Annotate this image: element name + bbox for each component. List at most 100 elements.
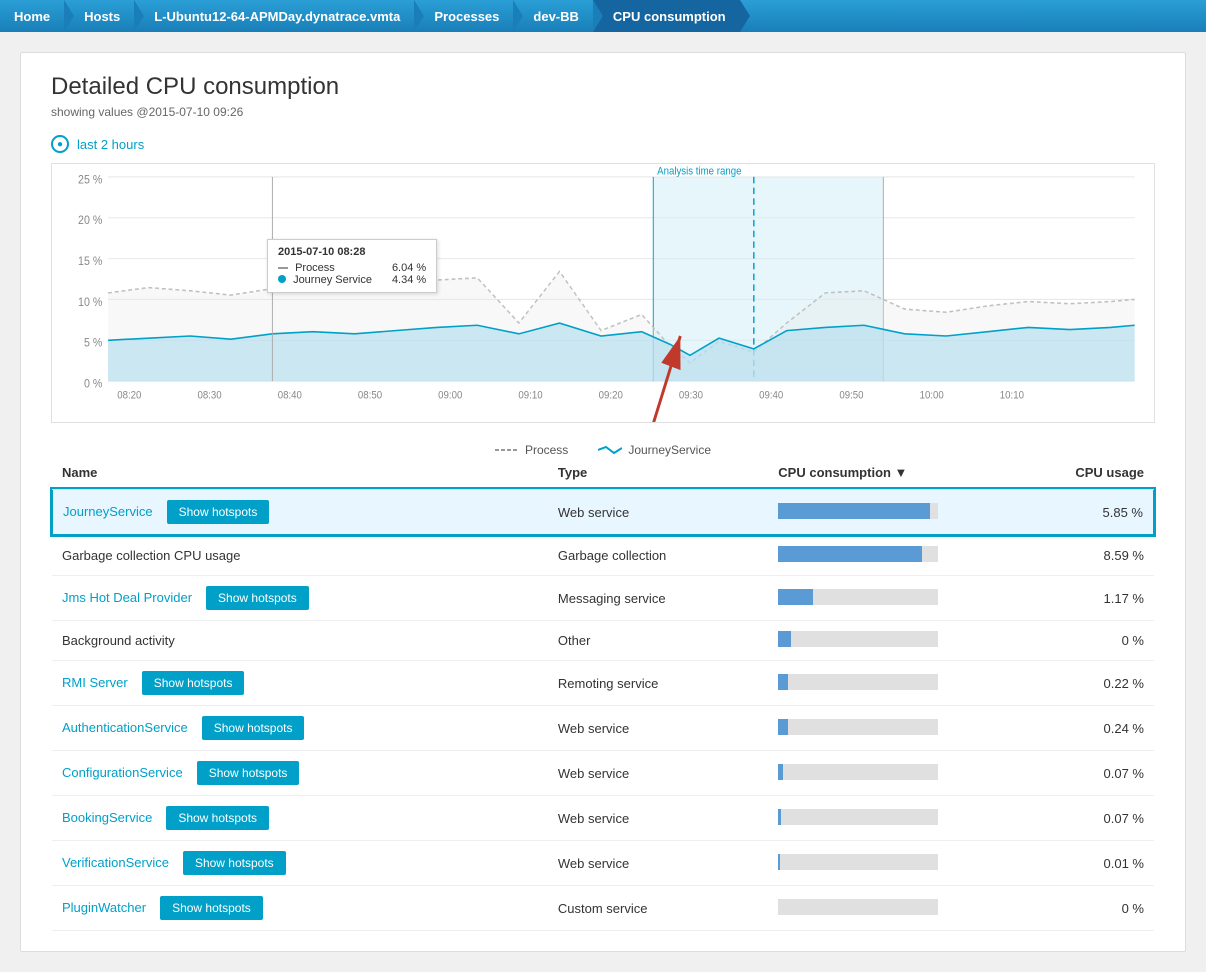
table-row: ConfigurationService Show hotspots Web ser… (52, 751, 1154, 796)
cell-name: ConfigurationService Show hotspots (52, 751, 548, 796)
cell-name: BookingService Show hotspots (52, 796, 548, 841)
service-link[interactable]: JourneyService (63, 504, 153, 519)
show-hotspots-button[interactable]: Show hotspots (166, 806, 269, 830)
show-hotspots-button[interactable]: Show hotspots (142, 671, 245, 695)
svg-text:09:20: 09:20 (599, 390, 623, 402)
svg-text:10:00: 10:00 (920, 390, 944, 402)
cpu-bar-fill (778, 809, 781, 825)
cell-type: Garbage collection (548, 535, 768, 576)
cell-cpu-usage: 0 % (1011, 886, 1154, 931)
page-subtitle: showing values @2015-07-10 09:26 (51, 105, 1155, 119)
journey-legend-icon (598, 444, 622, 456)
tooltip-journey-row: Journey Service 4.34 % (278, 274, 426, 286)
breadcrumb-home[interactable]: Home (0, 0, 64, 32)
chart-legend: Process JourneyService (51, 443, 1155, 457)
cpu-bar-fill (778, 631, 791, 647)
cell-name: PluginWatcher Show hotspots (52, 886, 548, 931)
table-row: Jms Hot Deal Provider Show hotspots Messag… (52, 576, 1154, 621)
tooltip-process-value: 6.04 % (392, 262, 426, 274)
service-link[interactable]: Jms Hot Deal Provider (62, 590, 192, 605)
cpu-bar-fill (778, 854, 780, 870)
svg-text:20 %: 20 % (78, 215, 102, 228)
time-range-selector[interactable]: ● last 2 hours (51, 135, 1155, 153)
legend-process-label: Process (525, 443, 568, 457)
svg-text:09:00: 09:00 (438, 390, 462, 402)
svg-text:09:40: 09:40 (759, 390, 783, 402)
cell-cpu-bar (768, 886, 1010, 931)
show-hotspots-button[interactable]: Show hotspots (206, 586, 309, 610)
cell-cpu-usage: 0.01 % (1011, 841, 1154, 886)
tooltip-process-row: Process 6.04 % (278, 262, 426, 274)
cell-name: VerificationService Show hotspots (52, 841, 548, 886)
cell-type: Web service (548, 751, 768, 796)
cell-cpu-usage: 5.85 % (1011, 489, 1154, 535)
service-link[interactable]: AuthenticationService (62, 720, 188, 735)
cpu-bar-container (778, 854, 938, 870)
cell-cpu-usage: 0.07 % (1011, 751, 1154, 796)
show-hotspots-button[interactable]: Show hotspots (202, 716, 305, 740)
show-hotspots-button[interactable]: Show hotspots (183, 851, 286, 875)
svg-text:0 %: 0 % (84, 378, 102, 391)
cell-cpu-bar (768, 535, 1010, 576)
service-link[interactable]: BookingService (62, 810, 152, 825)
cpu-chart: 25 % 20 % 15 % 10 % 5 % 0 % Analysis tim… (51, 163, 1155, 423)
svg-text:09:50: 09:50 (839, 390, 863, 402)
cpu-bar-container (778, 631, 938, 647)
legend-journey: JourneyService (598, 443, 711, 457)
svg-text:15 %: 15 % (78, 256, 102, 269)
cell-type: Web service (548, 489, 768, 535)
main-content: Detailed CPU consumption showing values … (20, 52, 1186, 952)
chart-svg: 25 % 20 % 15 % 10 % 5 % 0 % Analysis tim… (52, 164, 1154, 422)
breadcrumb-cpu[interactable]: CPU consumption (593, 0, 740, 32)
cpu-bar-container (778, 719, 938, 735)
cell-cpu-usage: 8.59 % (1011, 535, 1154, 576)
cpu-bar-container (778, 589, 938, 605)
cell-type: Remoting service (548, 661, 768, 706)
cell-type: Other (548, 621, 768, 661)
breadcrumb-processes[interactable]: Processes (414, 0, 513, 32)
cell-cpu-usage: 0.24 % (1011, 706, 1154, 751)
breadcrumb-host[interactable]: L-Ubuntu12-64-APMDay.dynatrace.vmta (134, 0, 414, 32)
svg-text:09:30: 09:30 (679, 390, 703, 402)
tooltip-journey-value: 4.34 % (392, 274, 426, 286)
col-header-cpu[interactable]: CPU consumption ▼ (768, 457, 1010, 489)
cpu-bar-container (778, 809, 938, 825)
cell-type: Messaging service (548, 576, 768, 621)
services-table: Name Type CPU consumption ▼ CPU usage Jo… (51, 457, 1155, 931)
show-hotspots-button[interactable]: Show hotspots (167, 500, 270, 524)
service-link[interactable]: ConfigurationService (62, 765, 183, 780)
cpu-bar-container (778, 764, 938, 780)
cell-name: RMI Server Show hotspots (52, 661, 548, 706)
svg-text:08:40: 08:40 (278, 390, 302, 402)
table-row: JourneyService Show hotspots Web service 5.… (52, 489, 1154, 535)
clock-icon: ● (51, 135, 69, 153)
cell-cpu-bar (768, 489, 1010, 535)
cell-name: Garbage collection CPU usage (52, 535, 548, 576)
service-link[interactable]: PluginWatcher (62, 900, 146, 915)
cpu-bar-fill (778, 503, 930, 519)
svg-text:09:10: 09:10 (518, 390, 542, 402)
breadcrumb-devbb[interactable]: dev-BB (513, 0, 593, 32)
svg-text:10:10: 10:10 (1000, 390, 1024, 402)
cell-name: AuthenticationService Show hotspots (52, 706, 548, 751)
service-link[interactable]: VerificationService (62, 855, 169, 870)
cpu-bar-container (778, 503, 938, 519)
show-hotspots-button[interactable]: Show hotspots (160, 896, 263, 920)
table-row: Background activityOther0 % (52, 621, 1154, 661)
table-row: AuthenticationService Show hotspots Web se… (52, 706, 1154, 751)
cpu-bar-container (778, 546, 938, 562)
show-hotspots-button[interactable]: Show hotspots (197, 761, 300, 785)
journey-dot (278, 275, 286, 283)
process-legend-icon (495, 444, 519, 456)
cell-type: Web service (548, 706, 768, 751)
svg-text:Analysis time range: Analysis time range (657, 166, 742, 178)
legend-journey-label: JourneyService (628, 443, 711, 457)
cell-type: Web service (548, 796, 768, 841)
svg-text:25 %: 25 % (78, 174, 102, 187)
service-link[interactable]: RMI Server (62, 675, 128, 690)
cell-cpu-bar (768, 796, 1010, 841)
cell-cpu-bar (768, 621, 1010, 661)
cell-name: JourneyService Show hotspots (52, 489, 548, 535)
cell-cpu-bar (768, 841, 1010, 886)
breadcrumb-hosts[interactable]: Hosts (64, 0, 134, 32)
